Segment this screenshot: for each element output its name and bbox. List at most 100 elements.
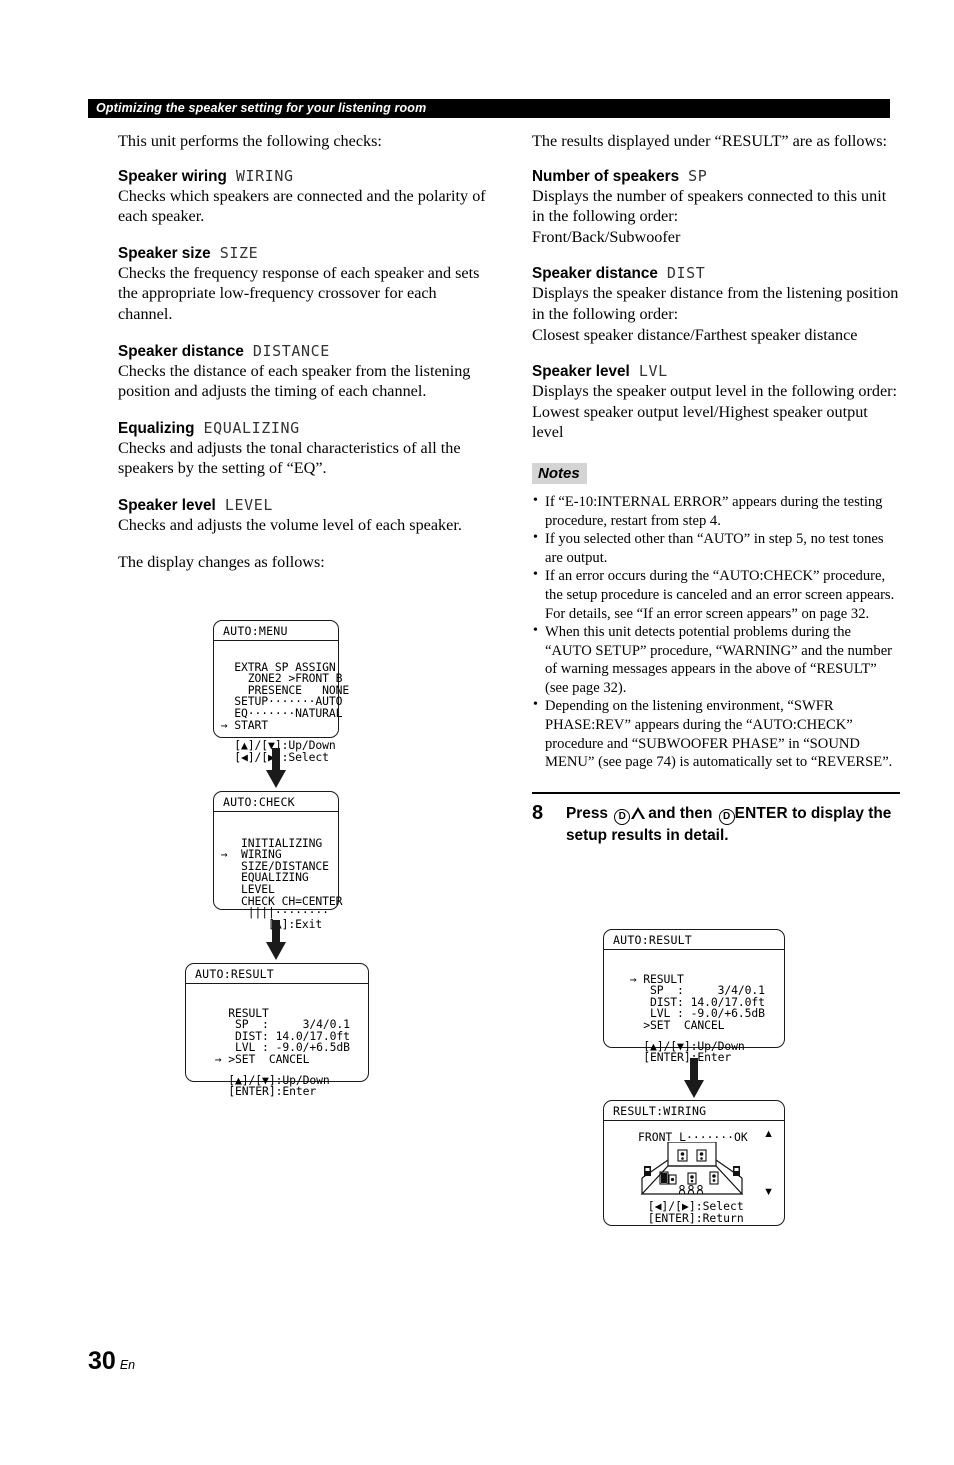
lcd-hint-line: [ENTER]:Enter [623,1050,732,1065]
arrow-head [266,942,286,960]
display-changes-paragraph: The display changes as follows: [118,552,325,571]
language-code: En [119,1358,136,1372]
section-body: Checks the frequency response of each sp… [118,263,480,323]
section-lcd-code: LEVEL [224,495,273,514]
page-footer: 30 En [88,1348,135,1374]
lcd-screen-auto-menu: AUTO:MENU EXTRA SP ASSIGN ZONE2 >FRONT B… [213,620,349,763]
lcd-hint-line: [ENTER]:Enter [208,1084,317,1099]
manual-page: Optimizing the speaker setting for your … [0,0,954,1465]
section-body-order: Front/Back/Subwoofer [532,227,681,246]
section-lcd-code: DIST [666,264,706,283]
section-title: Speaker size [118,244,211,262]
lcd-screen-result-wiring: RESULT:WIRING FRONT L·······OK ▲ ▼ [◀]/[… [603,1100,785,1226]
flow-arrow-down-2 [266,920,286,960]
section-title: Speaker distance [118,342,244,360]
section-speaker-distance: Speaker distance DISTANCE Checks the dist… [118,342,486,402]
lcd-title: AUTO:CHECK [214,792,338,812]
remote-badge-d-icon: D [718,808,735,825]
remote-badge-d-icon: D [614,808,631,825]
lcd-line: >SET CANCEL [623,1017,725,1032]
note-item: If “E-10:INTERNAL ERROR” appears during … [532,492,900,530]
lcd-line-selected: → START [214,717,269,732]
step-8: 8 Press Dand then D ENTER to display the … [532,801,900,846]
section-lcd-code: SIZE [219,243,259,262]
section-speaker-size: Speaker size SIZE Checks the frequency re… [118,244,486,325]
up-triangle-icon [631,806,646,820]
section-body: Checks and adjusts the volume level of e… [118,515,462,534]
page-number: 30 [88,1347,116,1375]
section-heading: Speaker size SIZE [118,244,486,263]
section-equalizing: Equalizing EQUALIZING Checks and adjusts … [118,419,486,479]
section-title: Speaker level [118,496,216,514]
right-intro-paragraph: The results displayed under “RESULT” are… [532,132,887,150]
section-title: Speaker wiring [118,167,227,185]
lcd-body: → RESULT SP : 3/4/0.1 DIST: 14.0/17.0ft … [604,950,784,1075]
lcd-screen-auto-result-right: AUTO:RESULT → RESULT SP : 3/4/0.1 DIST: … [603,929,785,1063]
footer-inline: 30 En [88,1348,135,1374]
right-column: The results displayed under “RESULT” are… [532,131,900,846]
lcd-title: AUTO:RESULT [186,964,368,984]
left-column: This unit performs the following checks:… [118,131,486,572]
running-header-text: Optimizing the speaker setting for your … [96,101,427,115]
section-speaker-level: Speaker level LEVEL Checks and adjusts th… [118,496,486,536]
lcd-screen-auto-check: AUTO:CHECK INITIALIZING → WIRING SIZE/DI… [213,791,343,930]
arrow-shaft [272,748,280,772]
lcd-title: AUTO:MENU [214,621,338,641]
section-heading: Equalizing EQUALIZING [118,419,486,438]
section-title: Equalizing [118,419,195,437]
flow-arrow-down-1 [266,748,286,788]
step-divider-rule [532,791,900,794]
section-body: Displays the number of speakers connecte… [532,186,887,226]
lcd-hint-line: [ENTER]:Return [634,1210,744,1225]
notes-block: Notes If “E-10:INTERNAL ERROR” appears d… [532,462,900,772]
step-text-part-2: and then [648,804,713,822]
section-heading: Speaker distance DIST [532,264,900,283]
flow-arrow-down-3 [684,1058,704,1098]
section-body: Checks the distance of each speaker from… [118,361,471,401]
section-lcd-code: LVL [638,362,668,381]
section-body: Checks and adjusts the tonal characteris… [118,438,461,478]
section-lcd-code: DISTANCE [252,341,330,360]
arrow-head [684,1080,704,1098]
arrow-shaft [272,920,280,944]
section-heading: Speaker distance DISTANCE [118,342,486,361]
section-lcd-code: EQUALIZING [203,418,300,437]
notes-label: Notes [532,462,587,484]
lcd-body: RESULT SP : 3/4/0.1 DIST: 14.0/17.0ft LV… [186,984,368,1109]
section-heading: Speaker wiring WIRING [118,167,486,186]
running-header-band: Optimizing the speaker setting for your … [88,99,890,118]
section-heading: Speaker level LEVEL [118,496,486,515]
notes-list: If “E-10:INTERNAL ERROR” appears during … [532,492,900,772]
wiring-diagram-area: FRONT L·······OK ▲ ▼ [◀]/[▶]:Select [ENT… [604,1121,784,1225]
lcd-title: AUTO:RESULT [604,930,784,950]
section-body: Displays the speaker output level in the… [532,382,898,401]
section-heading: Speaker level LVL [532,362,900,381]
section-title: Speaker level [532,363,630,381]
section-speaker-level-result: Speaker level LVL Displays the speaker ou… [532,362,900,443]
section-number-of-speakers: Number of speakers SP Displays the number… [532,167,900,248]
lcd-line-selected: → >SET CANCEL [208,1051,310,1066]
lcd-screen-auto-result-left: AUTO:RESULT RESULT SP : 3/4/0.1 DIST: 14… [185,963,369,1097]
scroll-down-icon: ▼ [763,1186,774,1198]
section-body: Displays the speaker distance from the l… [532,284,899,323]
section-body: Checks which speakers are connected and … [118,186,486,226]
section-lcd-code: SP [688,166,708,185]
step-number: 8 [532,801,544,824]
room-perspective-diagram [640,1142,744,1195]
arrow-head [266,770,286,788]
section-title: Number of speakers [532,167,680,185]
left-intro-paragraph: This unit performs the following checks: [118,132,382,150]
note-item: If an error occurs during the “AUTO:CHEC… [532,566,900,623]
note-item: Depending on the listening environment, … [532,696,900,771]
section-speaker-distance-result: Speaker distance DIST Displays the speake… [532,264,900,345]
wiring-hints: [◀]/[▶]:Select [ENTER]:Return [634,1200,744,1225]
note-item: If you selected other than “AUTO” in ste… [532,529,900,567]
arrow-shaft [690,1058,698,1082]
lcd-title: RESULT:WIRING [604,1101,784,1121]
step-instruction-text: Press Dand then D ENTER to display the se… [566,803,900,846]
note-item: When this unit detects potential problem… [532,622,900,697]
enter-button-label: ENTER [734,804,788,822]
section-speaker-wiring: Speaker wiring WIRING Checks which speake… [118,167,486,227]
section-body-order: Lowest speaker output level/Highest spea… [532,402,868,442]
section-title: Speaker distance [532,265,658,283]
